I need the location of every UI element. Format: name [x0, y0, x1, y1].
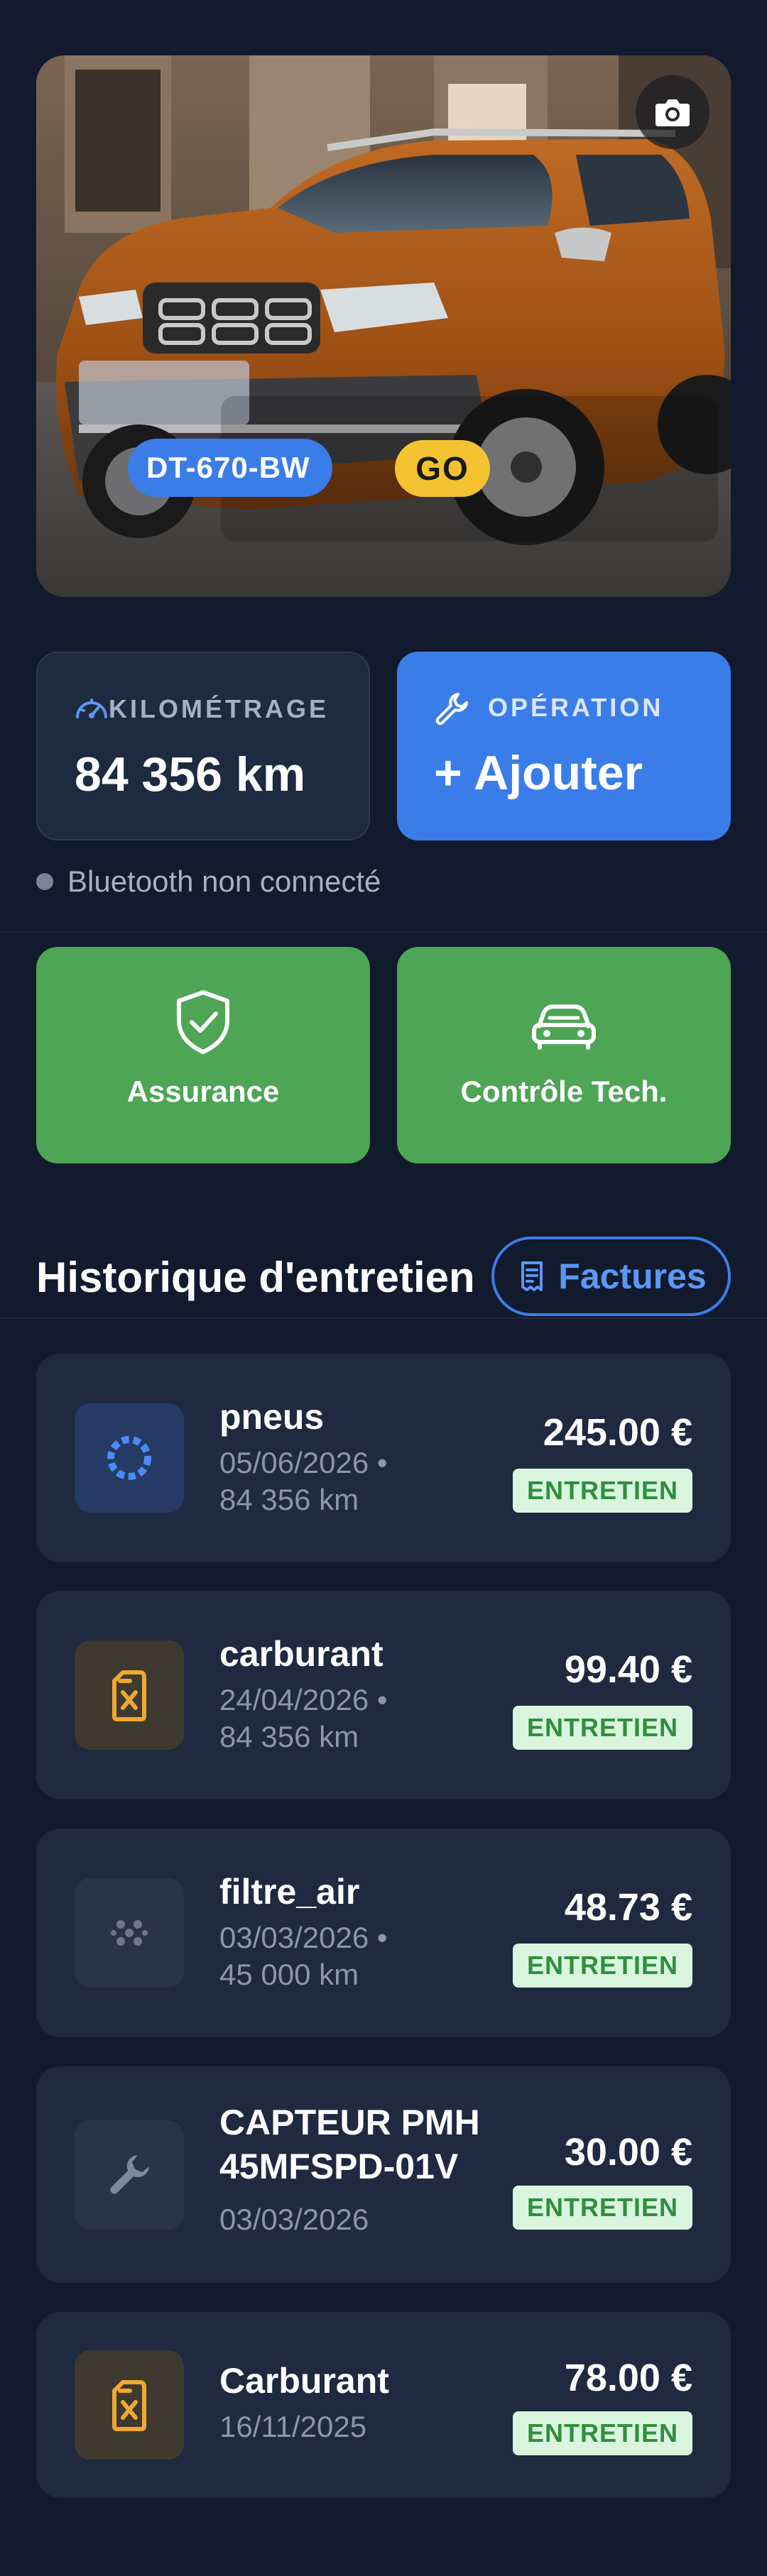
- insurance-tile[interactable]: Assurance: [36, 947, 370, 1163]
- maintenance-entry[interactable]: pneus 05/06/2026 • 84 356 km 245.00 € EN…: [36, 1354, 731, 1562]
- entry-price: 99.40 €: [564, 1648, 692, 1691]
- entry-price: 30.00 €: [564, 2131, 692, 2174]
- vehicle-dashboard: DT-670-BW GO KILOMÉTRAGE 84 356 km OPÉRA…: [0, 0, 767, 2576]
- entry-tag-badge: ENTRETIEN: [512, 1469, 692, 1513]
- entry-tag-badge: ENTRETIEN: [512, 2411, 692, 2455]
- entry-name-line2: 45MFSPD-01V: [219, 2147, 459, 2186]
- entry-name: pneus: [219, 1397, 325, 1437]
- license-plate: DT-670-BW: [128, 439, 332, 497]
- mileage-value: 84 356 km: [75, 747, 306, 801]
- inspection-label: Contrôle Tech.: [460, 1075, 668, 1108]
- camera-icon: [656, 99, 690, 126]
- divider: [0, 1317, 767, 1319]
- maintenance-entry[interactable]: filtre_air 03/03/2026 • 45 000 km 48.73 …: [36, 1829, 731, 2037]
- invoices-label: Factures: [558, 1256, 707, 1296]
- entry-date: 24/04/2026 •: [219, 1683, 388, 1716]
- change-photo-button[interactable]: [636, 75, 709, 149]
- entry-name: CAPTEUR PMH: [219, 2103, 480, 2142]
- shield-check-icon: [177, 990, 229, 1054]
- car-photo-illustration: [36, 55, 731, 597]
- invoices-button[interactable]: Factures: [491, 1237, 731, 1316]
- entry-date: 16/11/2025: [219, 2410, 367, 2443]
- air-filter-icon: [75, 1878, 184, 1988]
- wrench-icon: [75, 2120, 184, 2230]
- speedometer-icon: [76, 698, 107, 718]
- entry-date: 03/03/2026: [219, 2203, 369, 2236]
- wrench-icon: [435, 693, 468, 725]
- entry-tag-badge: ENTRETIEN: [512, 2186, 692, 2230]
- inspection-tile[interactable]: Contrôle Tech.: [397, 947, 731, 1163]
- entry-date: 03/03/2026 •: [219, 1921, 388, 1954]
- entry-mileage: 84 356 km: [219, 1483, 359, 1516]
- entry-name: carburant: [219, 1634, 384, 1674]
- receipt-icon: [521, 1261, 543, 1291]
- history-title: Historique d'entretien: [36, 1254, 475, 1301]
- entry-name: filtre_air: [219, 1872, 360, 1912]
- divider: [0, 931, 767, 933]
- entry-name: Carburant: [219, 2361, 389, 2401]
- entry-price: 78.00 €: [564, 2357, 692, 2399]
- maintenance-entry[interactable]: Carburant 16/11/2025 78.00 € ENTRETIEN: [36, 2312, 731, 2498]
- car-icon: [532, 1004, 596, 1050]
- go-button[interactable]: GO: [395, 440, 490, 497]
- maintenance-entry[interactable]: CAPTEUR PMH 45MFSPD-01V 03/03/2026 30.00…: [36, 2066, 731, 2283]
- tire-icon: [75, 1403, 184, 1513]
- entry-price: 245.00 €: [543, 1411, 692, 1454]
- operation-label: OPÉRATION: [488, 693, 664, 722]
- entry-mileage: 45 000 km: [219, 1958, 359, 1991]
- bluetooth-status-text: Bluetooth non connecté: [67, 865, 381, 898]
- entry-tag-badge: ENTRETIEN: [512, 1706, 692, 1750]
- operation-action: + Ajouter: [434, 746, 643, 800]
- entry-mileage: 84 356 km: [219, 1720, 359, 1753]
- fuel-can-icon: [75, 2350, 184, 2460]
- maintenance-entry[interactable]: carburant 24/04/2026 • 84 356 km 99.40 €…: [36, 1591, 731, 1799]
- bluetooth-status: Bluetooth non connecté: [36, 865, 381, 899]
- mileage-card[interactable]: KILOMÉTRAGE 84 356 km: [36, 652, 370, 840]
- entry-tag-badge: ENTRETIEN: [512, 1944, 692, 1988]
- mileage-label: KILOMÉTRAGE: [109, 694, 329, 723]
- insurance-label: Assurance: [126, 1075, 280, 1108]
- add-operation-button[interactable]: OPÉRATION + Ajouter: [397, 652, 731, 840]
- entry-price: 48.73 €: [564, 1886, 692, 1929]
- entry-date: 05/06/2026 •: [219, 1446, 388, 1479]
- fuel-can-icon: [75, 1640, 184, 1750]
- status-dot-icon: [36, 873, 53, 890]
- vehicle-photo[interactable]: DT-670-BW GO: [36, 55, 731, 597]
